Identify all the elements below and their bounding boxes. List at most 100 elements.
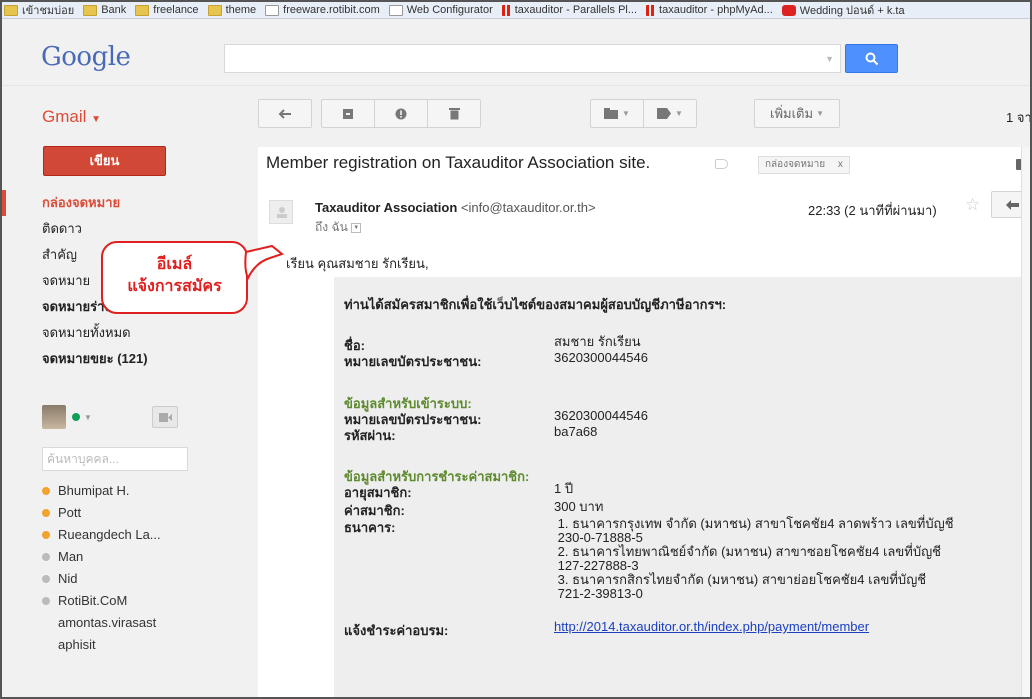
contact-item[interactable]: Man [42,546,222,568]
sender-avatar [269,200,293,224]
field-row: หมายเลขบัตรประชาชน: 3620300044546 [344,351,984,372]
sidebar-item-starred[interactable]: ติดดาว [2,216,224,242]
bookmark-item[interactable]: เข้าชมบ่อย [4,2,74,18]
gmail-menu[interactable]: Gmail ▼ [42,107,101,127]
email-time: 22:33 (2 นาทีที่ผ่านมา) [808,203,937,218]
contact-item[interactable]: Pott [42,502,222,524]
bookmark-label: taxauditor - Parallels Pl... [514,4,638,16]
contact-name: Man [58,549,84,564]
presence-status-icon [42,641,50,649]
google-logo[interactable]: Google [41,42,131,72]
search-button[interactable] [845,44,898,73]
contact-item[interactable]: amontas.virasast [42,612,222,634]
chat-status[interactable]: ▼ [42,405,92,429]
folder-icon [83,4,98,16]
folder-icon [4,4,18,16]
bookmark-item[interactable]: theme [207,4,257,16]
google-header: Google ▼ [2,20,1030,86]
move-to-button[interactable]: ▼ [590,99,644,128]
contact-name: amontas.virasast [58,615,157,630]
field-value: 3620300044546 [554,350,648,365]
bookmark-item[interactable]: taxauditor - Parallels Pl... [501,4,638,16]
bookmark-item[interactable]: freeware.rotibit.com [265,4,380,16]
important-marker-icon[interactable] [715,159,728,169]
callout-arrow-icon [244,244,285,281]
field-value: 3620300044546 [554,408,648,423]
contact-item[interactable]: Bhumipat H. [42,480,222,502]
remove-label-button[interactable]: x [838,159,843,170]
sender-name[interactable]: Taxauditor Association [315,200,457,215]
chevron-down-icon: ▼ [622,109,630,118]
star-icon[interactable]: ☆ [965,195,980,215]
video-call-button[interactable] [152,406,178,428]
compose-button[interactable]: เขียน [43,146,166,176]
people-search-input[interactable]: ค้นหาบุคคล... [42,447,188,471]
field-row: รหัสผ่าน: ba7a68 [344,425,984,446]
field-key: รหัสผ่าน: [344,428,396,443]
field-value: 1 ปี [554,481,574,496]
bookmark-label: taxauditor - phpMyAd... [659,4,773,16]
folder-icon [135,4,150,16]
bookmark-item[interactable]: Web Configurator [388,4,493,16]
email-greeting: เรียน คุณสมชาย รักเรียน, [286,256,429,271]
sidebar-item-inbox[interactable]: กล่องจดหมาย [2,190,224,216]
chevron-down-icon: ▼ [675,109,683,118]
sender-email: <info@taxauditor.or.th> [460,200,596,215]
archive-button[interactable] [321,99,375,128]
contact-name: Nid [58,571,78,586]
presence-status-icon [42,553,50,561]
email-view: Member registration on Taxauditor Associ… [258,147,1030,697]
folder-icon [207,4,222,16]
back-button[interactable] [258,99,312,128]
presence-status-icon [42,531,50,539]
search-input[interactable]: ▼ [224,44,841,73]
chevron-down-icon: ▼ [816,109,824,118]
bookmark-label: freeware.rotibit.com [283,4,380,16]
bookmark-item[interactable]: taxauditor - phpMyAd... [646,4,773,16]
back-arrow-icon [278,108,291,119]
trash-icon [448,108,460,120]
recipient-line[interactable]: ถึง ฉัน ▼ [315,218,362,237]
bookmark-item[interactable]: Bank [83,4,126,16]
delete-button[interactable] [427,99,481,128]
payment-link[interactable]: http://2014.taxauditor.or.th/index.php/p… [554,620,984,634]
pager-text: 1 จา [1006,110,1032,125]
online-status-icon [72,413,80,421]
page-icon [388,4,403,16]
report-spam-button[interactable] [374,99,428,128]
contact-name: Bhumipat H. [58,483,130,498]
label-chip-text: กล่องจดหมาย [765,159,826,170]
search-dropdown-icon[interactable]: ▼ [825,54,834,64]
presence-status-icon [42,575,50,583]
more-button[interactable]: เพิ่มเติม ▼ [754,99,840,128]
sidebar-item-spam[interactable]: จดหมายขยะ (121) [2,346,224,372]
bookmark-item[interactable]: freelance [135,4,199,16]
field-key: หมายเลขบัตรประชาชน: [344,354,482,369]
avatar[interactable] [42,405,66,429]
details-dropdown-icon[interactable]: ▼ [351,222,362,233]
sidebar-item-all-mail[interactable]: จดหมายทั้งหมด [2,320,224,346]
callout-line2: แจ้งการสมัคร [127,278,222,295]
bookmark-label: theme [225,4,257,16]
bookmark-item[interactable]: Wedding ปอนด์ + k.ta [781,2,905,18]
spam-icon [395,108,407,119]
field-row: แจ้งชำระค่าอบรม: http://2014.taxauditor.o… [344,620,984,641]
parallels-icon [501,4,511,16]
labels-button[interactable]: ▼ [643,99,697,128]
contact-item[interactable]: Nid [42,568,222,590]
gmail-toolbar: Gmail ▼ ▼ ▼ เพิ่มเติม ▼ 1 จา [2,87,1032,139]
scrollbar[interactable] [1021,147,1030,697]
contact-name: RotiBit.CoM [58,593,128,608]
bookmark-label: freelance [153,4,199,16]
video-camera-icon [158,412,172,422]
field-key: แจ้งชำระค่าอบรม: [344,623,449,638]
callout-line1: อีเมล์ [156,256,193,273]
contact-item[interactable]: aphisit [42,634,222,656]
bank-line: 1. ธนาคารกรุงเทพ จำกัด (มหาชน) สาขาโชคชั… [557,516,954,531]
label-tag-icon [657,108,672,119]
annotation-callout: อีเมล์ แจ้งการสมัคร [101,241,248,314]
bank-list: 1. ธนาคารกรุงเทพ จำกัด (มหาชน) สาขาโชคชั… [558,517,988,601]
contact-item[interactable]: RotiBit.CoM [42,590,222,612]
video-icon [781,4,796,16]
contact-item[interactable]: Rueangdech La... [42,524,222,546]
